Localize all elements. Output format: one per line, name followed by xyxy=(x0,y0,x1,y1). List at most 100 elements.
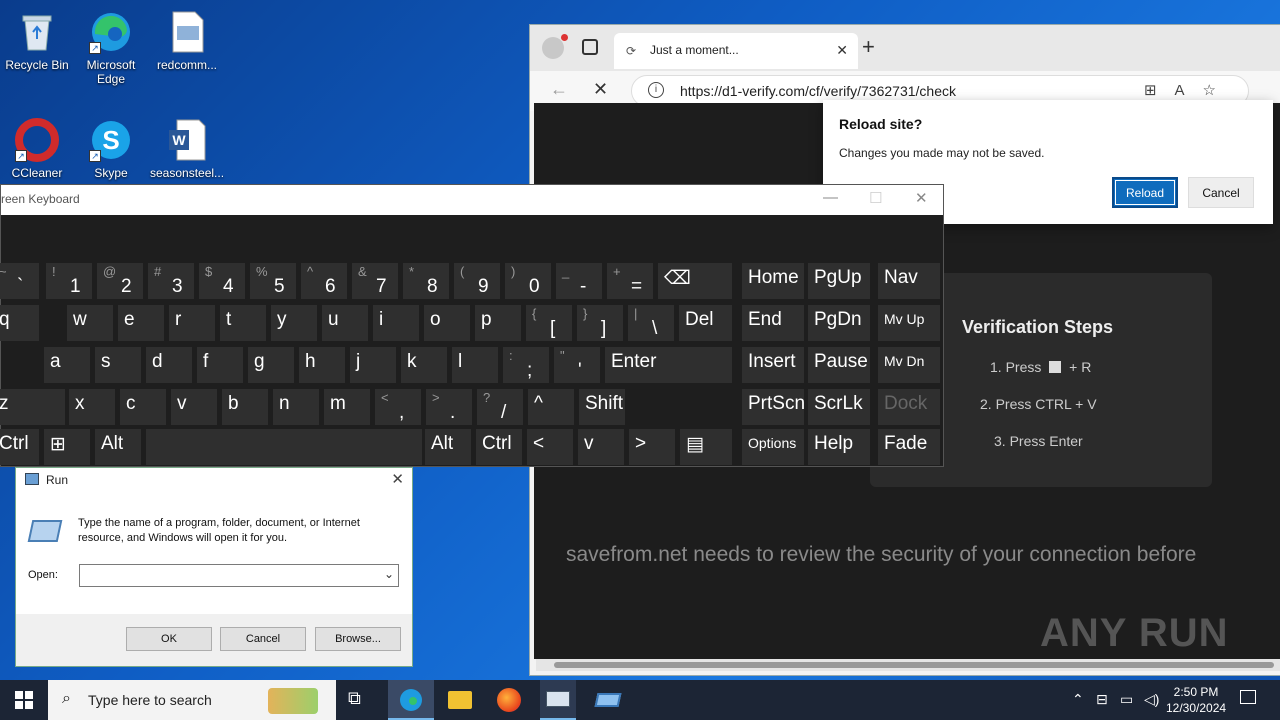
maximize-icon[interactable]: ☐ xyxy=(869,189,882,207)
osk-key[interactable]: a xyxy=(44,347,90,383)
desktop-icon-skype[interactable]: S ↗ Skype xyxy=(74,112,148,180)
osk-nav-key[interactable]: End xyxy=(742,305,804,341)
osk-nav-key[interactable]: ScrLk xyxy=(808,389,870,425)
osk-nav-key[interactable]: Pause xyxy=(808,347,870,383)
osk-nav-key[interactable]: Insert xyxy=(742,347,804,383)
osk-key[interactable]: l xyxy=(452,347,498,383)
app-icon[interactable]: ⊞ xyxy=(1144,82,1175,99)
run-taskbar-icon[interactable] xyxy=(594,693,622,707)
osk-key[interactable]: v xyxy=(578,429,624,465)
minimize-icon[interactable]: — xyxy=(823,189,838,206)
osk-key[interactable]: ^ 6 xyxy=(301,263,347,299)
osk-key[interactable]: o xyxy=(424,305,470,341)
osk-key[interactable]: Ctrl xyxy=(0,429,39,465)
browse-button[interactable]: Browse... xyxy=(315,627,401,651)
read-aloud-icon[interactable]: A xyxy=(1175,82,1203,99)
edge-taskbar-icon[interactable] xyxy=(388,680,434,720)
osk-key[interactable]: >. xyxy=(426,389,472,425)
volume-icon[interactable]: ◁) xyxy=(1144,691,1159,708)
osk-key[interactable]: < xyxy=(527,429,573,465)
favorite-star-icon[interactable]: ☆ xyxy=(1203,82,1234,99)
open-input[interactable]: ⌄ xyxy=(79,564,399,587)
osk-key[interactable]: k xyxy=(401,347,447,383)
osk-key[interactable]: $4 xyxy=(199,263,245,299)
ok-button[interactable]: OK xyxy=(126,627,212,651)
stop-icon[interactable]: ✕ xyxy=(593,79,608,100)
osk-key[interactable]: s xyxy=(95,347,141,383)
osk-key[interactable]: c xyxy=(120,389,166,425)
tab-active[interactable]: ⟳ Just a moment... ✕ xyxy=(614,33,858,69)
usb-icon[interactable]: ⊟ xyxy=(1096,691,1108,708)
osk-nav-key[interactable]: Mv Dn xyxy=(878,347,940,383)
osk-key[interactable]: ^ xyxy=(528,389,574,425)
osk-key[interactable]: p xyxy=(475,305,521,341)
osk-key[interactable]: Ctrl xyxy=(476,429,522,465)
taskbar-search[interactable]: ⌕ Type here to search xyxy=(48,680,336,720)
osk-nav-key[interactable]: Mv Up xyxy=(878,305,940,341)
reload-button[interactable]: Reload xyxy=(1112,177,1178,208)
osk-key[interactable]: q xyxy=(0,305,39,341)
osk-nav-key[interactable]: Fade xyxy=(878,429,940,465)
desktop-icon-word-doc[interactable]: W seasonsteel... xyxy=(150,112,224,180)
osk-key[interactable]: n xyxy=(273,389,319,425)
osk-nav-key[interactable]: PrtScn xyxy=(742,389,805,425)
osk-key[interactable]: {[ xyxy=(526,305,572,341)
osk-key[interactable]: e xyxy=(118,305,164,341)
osk-key[interactable]: u xyxy=(322,305,368,341)
osk-key[interactable]: & 7 xyxy=(352,263,398,299)
close-icon[interactable]: ✕ xyxy=(391,470,404,488)
clock[interactable]: 2:50 PM 12/30/2024 xyxy=(1166,684,1226,716)
site-info-icon[interactable]: i xyxy=(648,82,664,98)
osk-nav-key[interactable]: Home xyxy=(742,263,804,299)
osk-key[interactable]: ⊞ xyxy=(44,429,90,465)
osk-key[interactable]: @2 xyxy=(97,263,143,299)
osk-nav-key[interactable]: Help xyxy=(808,429,870,465)
osk-key[interactable]: + = xyxy=(607,263,653,299)
osk-key[interactable]: j xyxy=(350,347,396,383)
desktop-icon-edge[interactable]: ↗ Microsoft Edge xyxy=(74,4,148,86)
firefox-icon[interactable] xyxy=(497,688,521,712)
tab-actions-icon[interactable] xyxy=(582,39,598,55)
osk-key[interactable]: _ - xyxy=(556,263,602,299)
desktop-icon-ccleaner[interactable]: ↗ CCleaner xyxy=(0,112,74,180)
osk-key[interactable]: ) 0 xyxy=(505,263,551,299)
osk-key[interactable]: }] xyxy=(577,305,623,341)
desktop-icon-redcomm[interactable]: redcomm... xyxy=(150,4,224,72)
osk-nav-key[interactable]: Nav xyxy=(878,263,940,299)
osk-key[interactable]: Alt xyxy=(425,429,471,465)
osk-key[interactable]: % 5 xyxy=(250,263,296,299)
desktop-icon-recycle-bin[interactable]: Recycle Bin xyxy=(0,4,74,72)
osk-key[interactable]: v xyxy=(171,389,217,425)
osk-key[interactable]: ⌫ xyxy=(658,263,732,299)
osk-key[interactable]: r xyxy=(169,305,215,341)
network-icon[interactable]: ▭ xyxy=(1120,691,1133,708)
osk-key[interactable]: b xyxy=(222,389,268,425)
cancel-button[interactable]: Cancel xyxy=(1188,177,1254,208)
new-tab-icon[interactable]: + xyxy=(862,36,875,58)
osk-key[interactable]: Shift xyxy=(579,389,625,425)
notification-icon[interactable] xyxy=(1240,690,1256,704)
osk-nav-key[interactable]: Options xyxy=(742,429,804,465)
osk-taskbar-icon[interactable] xyxy=(540,680,576,720)
osk-key[interactable]: Del xyxy=(679,305,732,341)
osk-key[interactable]: z xyxy=(0,389,65,425)
osk-key[interactable]: w xyxy=(67,305,113,341)
osk-key[interactable]: f xyxy=(197,347,243,383)
osk-key[interactable] xyxy=(146,429,422,465)
osk-key[interactable]: ! 1 xyxy=(46,263,92,299)
osk-key[interactable]: t xyxy=(220,305,266,341)
osk-key[interactable]: g xyxy=(248,347,294,383)
osk-key[interactable]: <, xyxy=(375,389,421,425)
file-explorer-icon[interactable] xyxy=(448,691,472,709)
osk-key[interactable]: Alt xyxy=(95,429,141,465)
tray-chevron-icon[interactable]: ⌃ xyxy=(1072,691,1084,708)
osk-key[interactable]: Enter xyxy=(605,347,732,383)
osk-key[interactable]: ? / xyxy=(477,389,523,425)
osk-key[interactable]: m xyxy=(324,389,370,425)
scrollbar-thumb[interactable] xyxy=(554,662,1274,668)
osk-nav-key[interactable]: PgDn xyxy=(808,305,870,341)
close-icon[interactable]: ✕ xyxy=(915,189,928,207)
osk-nav-key[interactable]: PgUp xyxy=(808,263,870,299)
start-button[interactable] xyxy=(0,680,48,720)
osk-key[interactable]: * 8 xyxy=(403,263,449,299)
